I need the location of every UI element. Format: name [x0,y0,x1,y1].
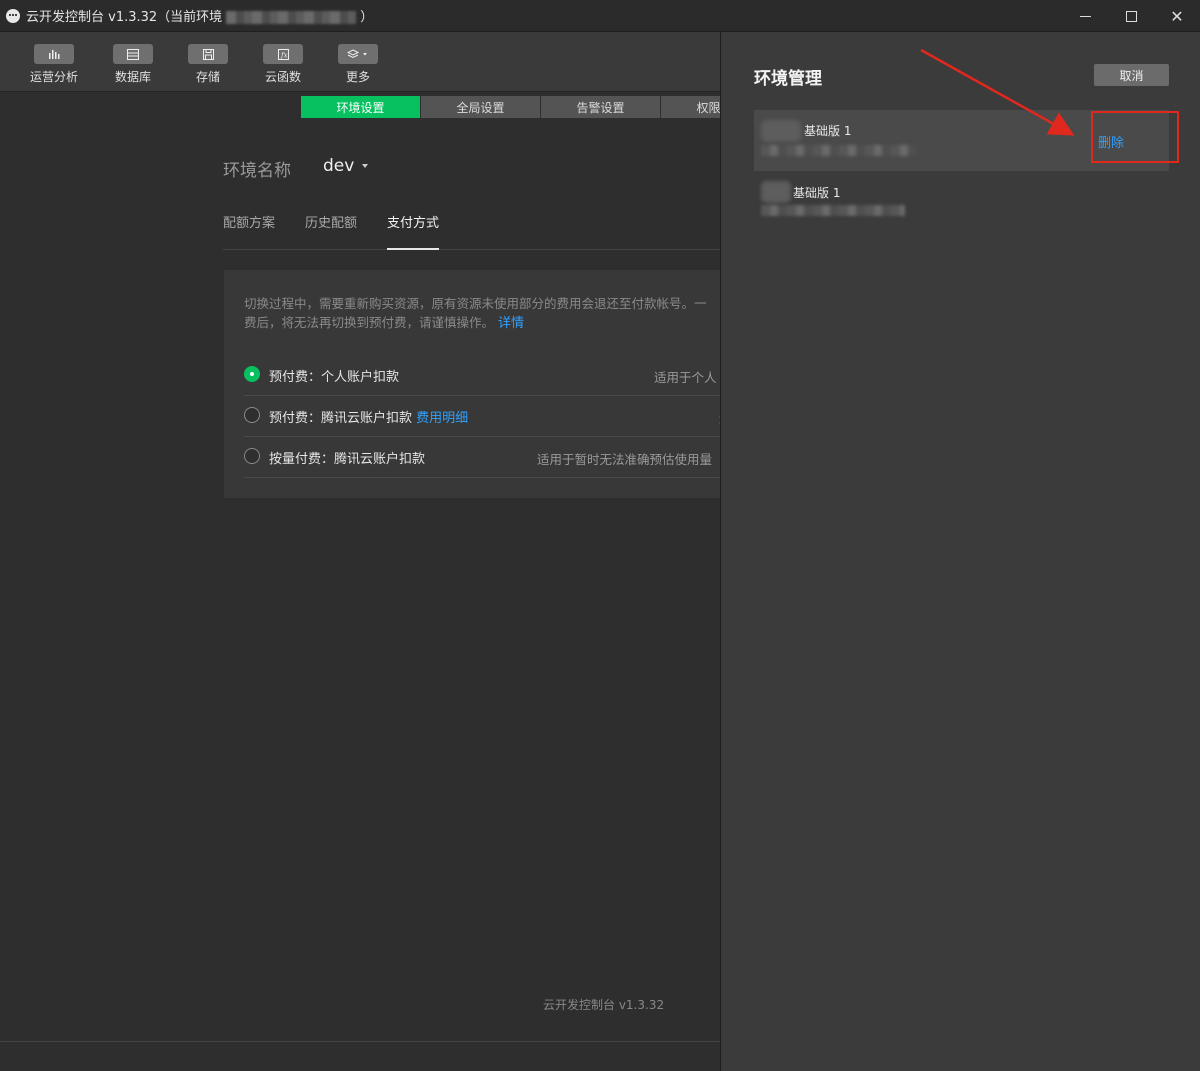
toolbar-item-label: 运营分析 [29,70,78,84]
option-description: 适用于暂时无法准确预估使用量 [537,452,713,467]
maximize-button[interactable] [1108,0,1154,32]
function-icon: fx [263,44,303,64]
payment-panel: 切换过程中，需要重新购买资源，原有资源未使用部分的费用会退还至付款帐号。一 费后… [224,270,720,498]
subtab-quota-plan[interactable]: 配额方案 [223,212,275,250]
settings-tabs: 环境设置 全局设置 告警设置 权限设置 [301,96,720,118]
caret-down-icon [362,164,369,168]
footer-version: 云开发控制台 v1.3.32 [543,998,665,1012]
env-name-label: 环境名称 [223,161,291,181]
notice-line-2: 费后，将无法再切换到预付费，请谨慎操作。 详情 [244,313,720,333]
option-label-text: 预付费：腾讯云账户扣款 [269,411,413,426]
toolbar-item-more[interactable]: 更多 [328,44,388,85]
option-label: 预付费：个人账户扣款 [269,370,400,385]
toolbar-item-cloud-functions[interactable]: fx 云函数 [253,44,313,85]
maximize-icon [1125,10,1137,22]
window-title-text: 云开发控制台 v1.3.32（当前环境 [26,10,223,25]
bar-chart-icon [34,44,74,64]
details-link[interactable]: 详情 [498,316,524,331]
option-description: 适用于个人 [654,370,717,385]
title-bar: 云开发控制台 v1.3.32（当前环境 ） ✕ [0,0,1200,32]
env-avatar-redacted [761,120,801,142]
env-id-redacted [761,205,905,216]
env-id-redacted [761,145,917,156]
close-icon: ✕ [1170,6,1184,26]
tab-permission-settings[interactable]: 权限设置 [661,96,720,118]
payment-option-prepaid-tencent[interactable]: 预付费：腾讯云账户扣款 费用明细 适 [244,396,720,437]
cancel-button[interactable]: 取消 [1094,64,1169,86]
subtab-payment-method[interactable]: 支付方式 [387,212,440,250]
env-plan-label: 基础版 1 [804,124,852,138]
toolbar: 运营分析 数据库 存储 fx 云函数 更多 [0,32,720,92]
window-title-suffix: ） [360,10,374,25]
payment-option-pay-as-you-go[interactable]: 按量付费：腾讯云账户扣款 适用于暂时无法准确预估使用量 [244,437,720,478]
env-select[interactable]: dev [323,156,369,176]
wechat-devtools-icon [6,8,20,23]
radio-unchecked[interactable] [244,407,260,423]
env-id-redacted [226,11,357,24]
window-controls: ✕ [1062,0,1200,32]
toolbar-item-label: 云函数 [264,70,301,84]
close-button[interactable]: ✕ [1154,0,1200,32]
tab-global-settings[interactable]: 全局设置 [421,96,540,118]
notice-line-1: 切换过程中，需要重新购买资源，原有资源未使用部分的费用会退还至付款帐号。一 [244,296,707,311]
option-label: 按量付费：腾讯云账户扣款 [269,452,426,467]
minimize-icon [1079,15,1091,17]
save-icon [188,44,228,64]
toolbar-item-database[interactable]: 数据库 [103,44,163,85]
env-plan-label: 基础版 1 [793,186,841,200]
window-title: 云开发控制台 v1.3.32（当前环境 ） [26,6,373,25]
tab-env-settings[interactable]: 环境设置 [301,96,420,118]
toolbar-item-label: 更多 [345,70,370,84]
toolbar-item-analytics[interactable]: 运营分析 [24,44,84,85]
divider [0,1041,720,1042]
subtab-quota-history[interactable]: 历史配额 [305,212,357,250]
env-management-drawer: 环境管理 取消 基础版 1 删除 基础版 1 [720,32,1200,1071]
notice-line-2-text: 费后，将无法再切换到预付费，请谨慎操作。 [244,315,495,330]
fee-details-link[interactable]: 费用明细 [416,411,468,426]
radio-checked[interactable] [244,366,260,382]
tab-alert-settings[interactable]: 告警设置 [541,96,660,118]
layers-icon [338,44,378,64]
toolbar-item-storage[interactable]: 存储 [178,44,238,85]
svg-text:fx: fx [280,51,288,59]
drawer-title: 环境管理 [754,69,822,89]
payment-notice: 切换过程中，需要重新购买资源，原有资源未使用部分的费用会退还至付款帐号。一 费后… [244,294,720,333]
database-icon [113,44,153,64]
env-select-value: dev [323,156,355,176]
env-list-item[interactable]: 基础版 1 [754,172,1169,233]
payment-option-prepaid-personal[interactable]: 预付费：个人账户扣款 适用于个人 [244,355,720,396]
radio-unchecked[interactable] [244,448,260,464]
annotation-highlight-box [1091,111,1179,163]
toolbar-item-label: 数据库 [114,70,151,84]
minimize-button[interactable] [1062,0,1108,32]
env-avatar-redacted [761,181,791,203]
quota-subtabs: 配额方案 历史配额 支付方式 [223,200,720,250]
option-label: 预付费：腾讯云账户扣款 费用明细 [269,407,468,426]
toolbar-item-label: 存储 [195,70,220,84]
